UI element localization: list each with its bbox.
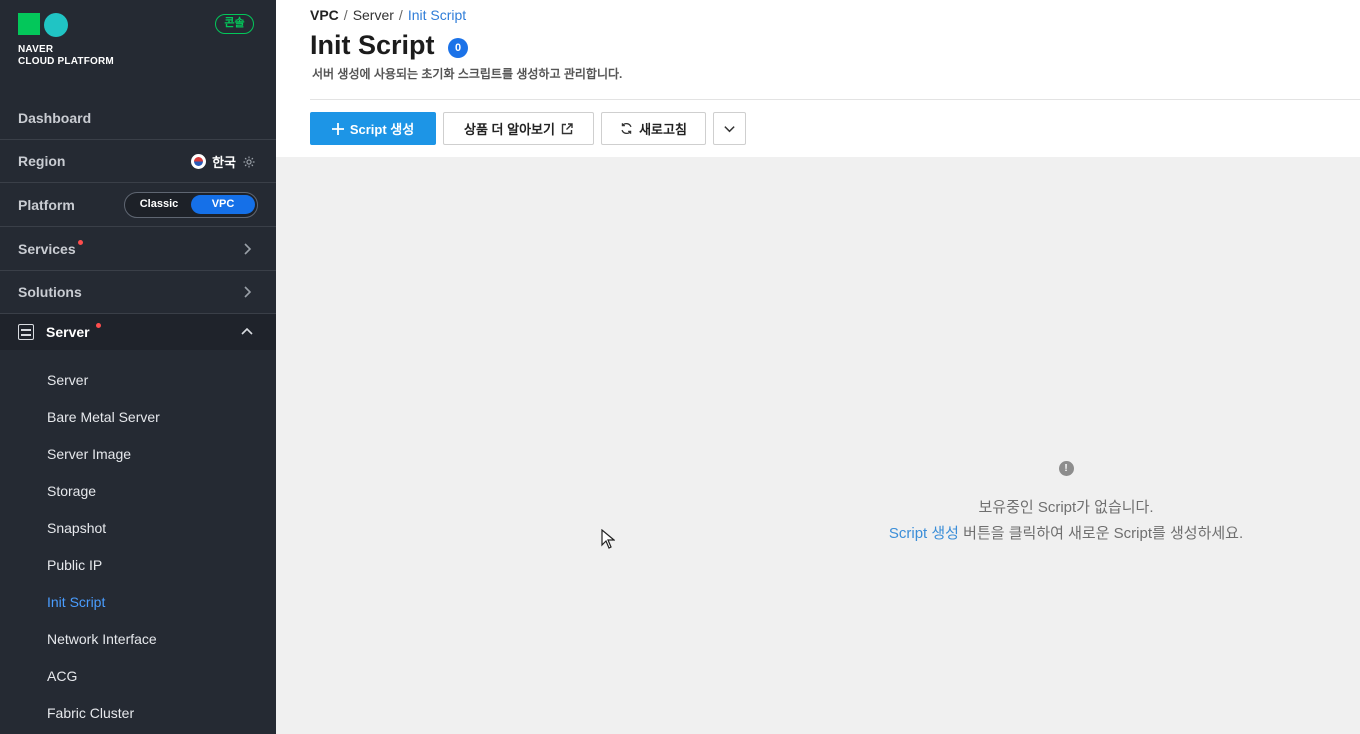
submenu-item-snapshot[interactable]: Snapshot — [0, 510, 276, 547]
submenu-item-server-image[interactable]: Server Image — [0, 436, 276, 473]
chevron-right-icon — [244, 243, 252, 255]
empty-hint: Script 생성 버튼을 클릭하여 새로운 Script를 생성하세요. — [776, 522, 1356, 543]
korea-flag-icon — [191, 154, 207, 169]
logo-circle — [44, 13, 68, 37]
learn-more-button[interactable]: 상품 더 알아보기 — [443, 112, 594, 145]
platform-option-classic[interactable]: Classic — [128, 195, 190, 214]
divider — [310, 99, 1360, 100]
breadcrumb-vpc[interactable]: VPC — [310, 7, 339, 23]
nav-platform: Platform Classic VPC — [0, 184, 276, 227]
brand-area: NAVER CLOUD PLATFORM 콘솔 — [18, 13, 258, 73]
nav-services-label: Services — [18, 241, 76, 257]
server-icon — [18, 324, 34, 340]
nav-platform-label: Platform — [18, 197, 75, 213]
breadcrumb-init-script: Init Script — [407, 7, 467, 23]
nav-solutions[interactable]: Solutions — [0, 271, 276, 314]
nav-dashboard-label: Dashboard — [18, 110, 92, 126]
submenu-item-network-interface[interactable]: Network Interface — [0, 621, 276, 658]
breadcrumb-server[interactable]: Server — [353, 7, 394, 23]
plus-icon — [331, 122, 344, 135]
learn-more-label: 상품 더 알아보기 — [464, 122, 555, 137]
submenu-item-init-script[interactable]: Init Script — [0, 584, 276, 621]
main-content: VPC / Server / Init Script Init Script 0 서버 … — [276, 0, 1360, 734]
submenu-item-fabric-cluster[interactable]: Fabric Cluster — [0, 695, 276, 732]
nav-region: Region 한국 — [0, 140, 276, 183]
refresh-icon — [621, 123, 632, 134]
alert-dot — [77, 239, 83, 245]
refresh-button[interactable]: 새로고침 — [601, 112, 706, 145]
count-badge: 0 — [448, 38, 468, 58]
nav-services[interactable]: Services — [0, 228, 276, 271]
chevron-down-icon — [724, 126, 735, 133]
breadcrumb-separator: / — [398, 7, 403, 23]
gear-icon[interactable] — [242, 155, 256, 169]
logo-text: NAVER CLOUD PLATFORM — [18, 44, 114, 68]
chevron-up-icon[interactable] — [240, 325, 254, 339]
create-script-label: Script 생성 — [349, 122, 415, 137]
server-submenu: Server Bare Metal Server Server Image St… — [0, 362, 276, 732]
nav-region-label: Region — [18, 153, 66, 169]
breadcrumb: VPC / Server / Init Script — [310, 7, 466, 23]
empty-hint-text: 버튼을 클릭하여 새로운 Script를 생성하세요. — [958, 525, 1244, 542]
region-selector[interactable]: 한국 — [191, 152, 256, 171]
submenu-item-public-ip[interactable]: Public IP — [0, 547, 276, 584]
nav-server-label: Server — [46, 324, 90, 340]
platform-option-vpc[interactable]: VPC — [191, 195, 255, 214]
submenu-item-storage[interactable]: Storage — [0, 473, 276, 510]
create-script-link[interactable]: Script 생성 — [889, 525, 959, 542]
console-badge[interactable]: 콘솔 — [215, 14, 254, 34]
nav-server-section[interactable]: Server — [0, 314, 276, 350]
page-title: Init Script — [310, 30, 435, 60]
create-script-button[interactable]: Script 생성 — [310, 112, 436, 145]
more-options-button[interactable] — [713, 112, 746, 145]
refresh-label: 새로고침 — [639, 122, 687, 137]
naver-cloud-logo[interactable] — [18, 13, 70, 37]
mouse-cursor-icon — [601, 529, 615, 549]
region-value: 한국 — [212, 155, 236, 170]
logo-line1: NAVER — [18, 44, 54, 55]
empty-message: 보유중인 Script가 없습니다. — [978, 499, 1154, 516]
nav-dashboard[interactable]: Dashboard — [0, 97, 276, 140]
nav-solutions-label: Solutions — [18, 284, 82, 300]
logo-square — [18, 13, 40, 35]
empty-state: ! 보유중인 Script가 없습니다. Script 생성 버튼을 클릭하여 … — [776, 461, 1356, 543]
alert-dot — [95, 322, 101, 328]
chevron-right-icon — [244, 286, 252, 298]
info-icon: ! — [1058, 461, 1074, 476]
page-header: VPC / Server / Init Script Init Script 0 서버 … — [276, 0, 1360, 157]
submenu-item-acg[interactable]: ACG — [0, 658, 276, 695]
submenu-item-bare-metal-server[interactable]: Bare Metal Server — [0, 399, 276, 436]
sidebar: NAVER CLOUD PLATFORM 콘솔 Dashboard Region… — [0, 0, 276, 734]
page-description: 서버 생성에 사용되는 초기화 스크립트를 생성하고 관리합니다. — [312, 67, 623, 81]
breadcrumb-separator: / — [343, 7, 348, 23]
external-link-icon — [561, 122, 573, 134]
submenu-item-server[interactable]: Server — [0, 362, 276, 399]
logo-line2: CLOUD PLATFORM — [18, 56, 114, 67]
platform-toggle[interactable]: Classic VPC — [124, 192, 258, 218]
